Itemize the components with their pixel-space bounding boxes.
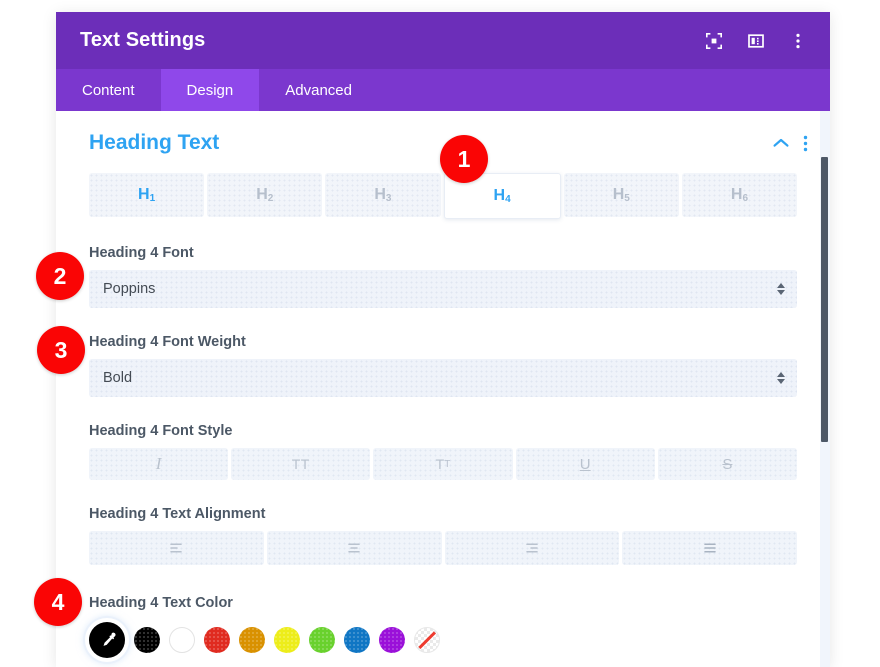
strikethrough-button[interactable]: S [658,448,797,480]
align-right-button[interactable] [445,531,620,565]
callout-badge-3: 3 [37,326,85,374]
modal-header: Text Settings [56,12,830,69]
uppercase-button[interactable]: TT [231,448,370,480]
underline-button[interactable]: U [516,448,655,480]
heading-4-font-value: Poppins [103,281,155,297]
heading-4-font-select[interactable]: Poppins [89,270,797,308]
heading-level-h6-label: H [731,186,743,204]
section-overflow-menu-icon[interactable] [803,135,808,152]
heading-4-text-color-label: Heading 4 Text Color [89,595,797,611]
swatch-black[interactable] [134,627,160,653]
align-justify-icon [702,542,718,554]
chevron-up-icon[interactable] [773,138,789,148]
modal-tabs: Content Design Advanced [56,69,830,111]
align-justify-button[interactable] [622,531,797,565]
fullscreen-focus-icon[interactable] [704,31,724,51]
modal-body: Heading Text [56,111,830,667]
callout-badge-2: 2 [36,252,84,300]
heading-4-font-style-label: Heading 4 Font Style [89,423,797,439]
page-title: Text Settings [80,29,704,52]
heading-level-h2[interactable]: H2 [207,173,322,217]
screenshot-root: Text Settings [0,0,880,667]
heading-level-h1-sub: 1 [150,193,156,204]
swatch-none[interactable] [414,627,440,653]
tab-content[interactable]: Content [56,69,161,111]
heading-4-font-style-group: I TT TT U S [89,448,797,480]
align-right-icon [524,542,540,554]
heading-4-text-color-picker[interactable] [89,622,125,658]
align-center-button[interactable] [267,531,442,565]
heading-level-h5[interactable]: H5 [564,173,679,217]
heading-level-h4-sub: 4 [505,194,511,205]
settings-content: H1 H2 H3 H4 H5 H6 [56,173,830,667]
heading-level-h5-sub: 5 [624,193,630,204]
italic-button[interactable]: I [89,448,228,480]
tab-advanced[interactable]: Advanced [259,69,378,111]
swatch-white[interactable] [169,627,195,653]
align-left-button[interactable] [89,531,264,565]
align-center-icon [346,542,362,554]
heading-level-h3-sub: 3 [386,193,392,204]
header-icon-group [704,31,808,51]
heading-4-text-alignment-group [89,531,797,565]
heading-4-font-weight-value: Bold [103,370,132,386]
callout-badge-1: 1 [440,135,488,183]
select-stepper-arrows-icon [777,372,785,384]
tab-design[interactable]: Design [161,69,260,111]
heading-level-h2-sub: 2 [268,193,274,204]
eyedropper-icon [98,631,117,650]
heading-level-h5-label: H [613,186,625,204]
section-title: Heading Text [89,131,773,155]
heading-4-font-weight-select[interactable]: Bold [89,359,797,397]
swatch-red[interactable] [204,627,230,653]
overflow-menu-icon[interactable] [788,31,808,51]
heading-4-text-alignment-label: Heading 4 Text Alignment [89,506,797,522]
select-stepper-arrows-icon [777,283,785,295]
heading-level-h3-label: H [374,186,386,204]
text-settings-modal: Text Settings [56,12,830,667]
heading-level-h1[interactable]: H1 [89,173,204,217]
heading-level-h6-sub: 6 [742,193,748,204]
swatch-green[interactable] [309,627,335,653]
swatch-yellow[interactable] [274,627,300,653]
heading-level-h6[interactable]: H6 [682,173,797,217]
swatch-blue[interactable] [344,627,370,653]
callout-badge-4: 4 [34,578,82,626]
heading-level-h1-label: H [138,186,150,204]
swatch-orange[interactable] [239,627,265,653]
heading-level-selector: H1 H2 H3 H4 H5 H6 [89,173,797,219]
align-left-icon [168,542,184,554]
section-icon-group [773,135,808,152]
modal-scrollbar-track[interactable] [820,111,830,667]
layout-panel-icon[interactable] [746,31,766,51]
heading-level-h3[interactable]: H3 [325,173,440,217]
heading-level-h4-label: H [494,187,506,205]
heading-4-font-weight-label: Heading 4 Font Weight [89,334,797,350]
heading-4-font-label: Heading 4 Font [89,245,797,261]
heading-4-text-color-swatches [89,620,797,660]
heading-level-h2-label: H [256,186,268,204]
modal-scrollbar-thumb[interactable] [821,157,828,442]
swatch-purple[interactable] [379,627,405,653]
capitalize-button[interactable]: TT [373,448,512,480]
